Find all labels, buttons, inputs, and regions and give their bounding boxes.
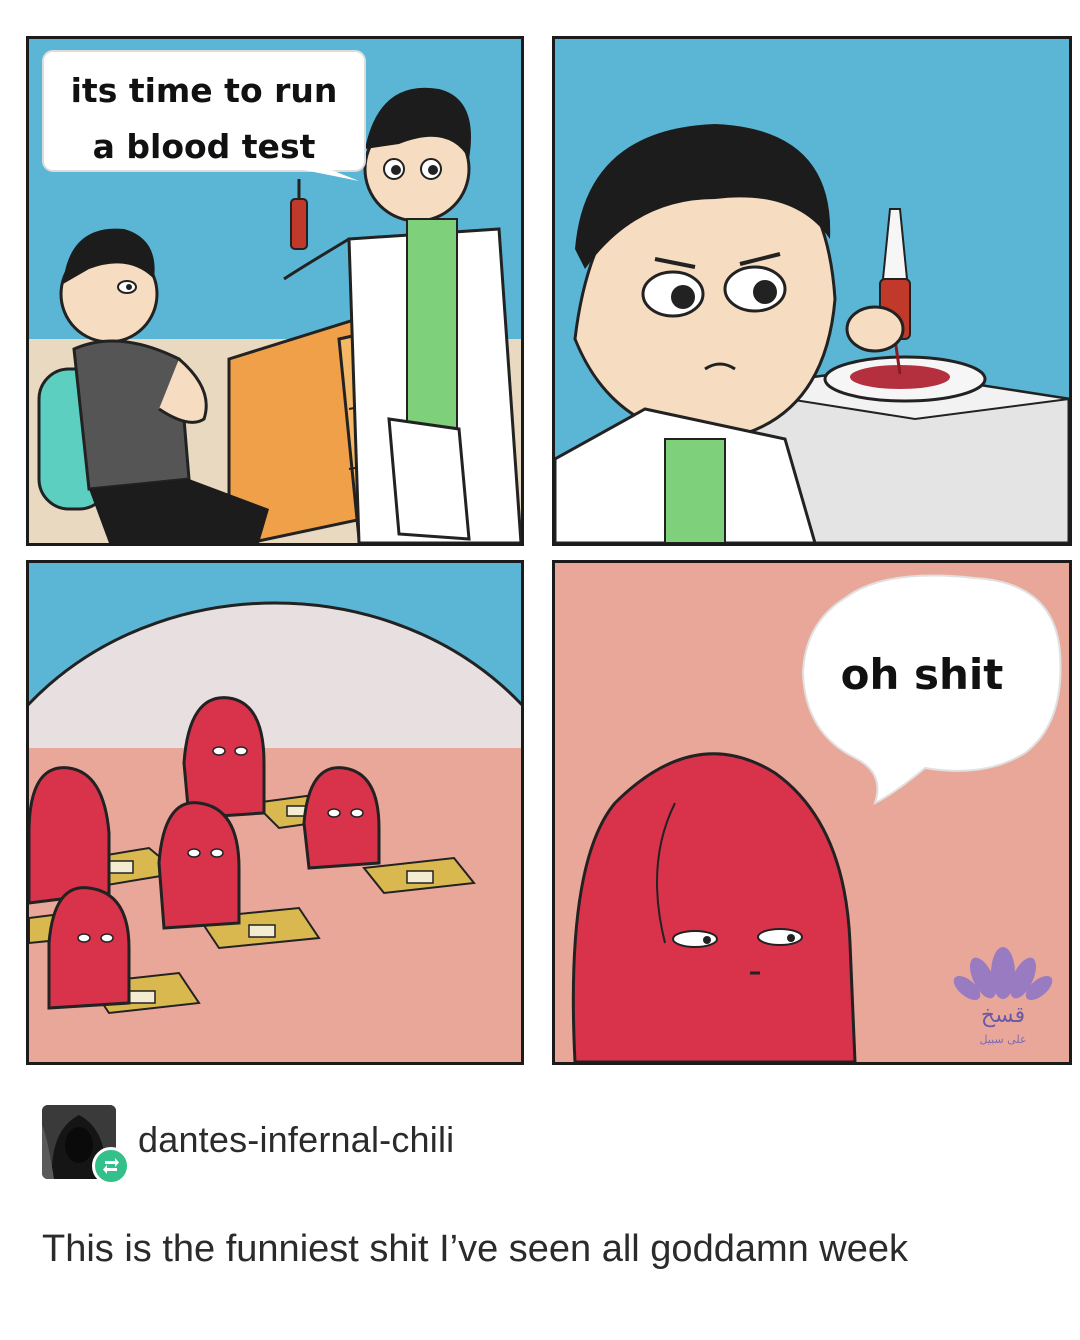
panel2-drawing [555,39,1069,543]
speech-line-1: its time to run [70,71,338,110]
speech-bubble-blood-test: its time to run a blood test [45,63,363,175]
speech-bubble-oh-shit: oh shit [840,650,1004,699]
watermark-sublabel: ﻋﻠﻰ ﺳﺒﻴﻞ [979,1033,1027,1046]
comic-image: its time to run a blood test oh shit قسخ… [0,0,1080,1075]
speech-line-2: a blood test [92,127,316,166]
panel4-drawing [555,563,1069,1062]
post-username[interactable]: dantes-infernal-chili [138,1119,454,1161]
tumblr-post-footer: dantes-infernal-chili This is the funnie… [0,1075,1080,1340]
reblog-icon [92,1147,130,1185]
panel-doctor-and-patient: its time to run a blood test [26,36,524,546]
panel-blood-cell-reaction: oh shit قسخ ﻋﻠﻰ ﺳﺒﻴﻞ [552,560,1072,1065]
panel-blood-cell-classroom [26,560,524,1065]
post-body-text: This is the funniest shit I’ve seen all … [42,1228,909,1270]
panel-doctor-examining-sample [552,36,1072,546]
watermark-label: قسخ [980,1003,1026,1028]
panel3-drawing [29,563,521,1062]
